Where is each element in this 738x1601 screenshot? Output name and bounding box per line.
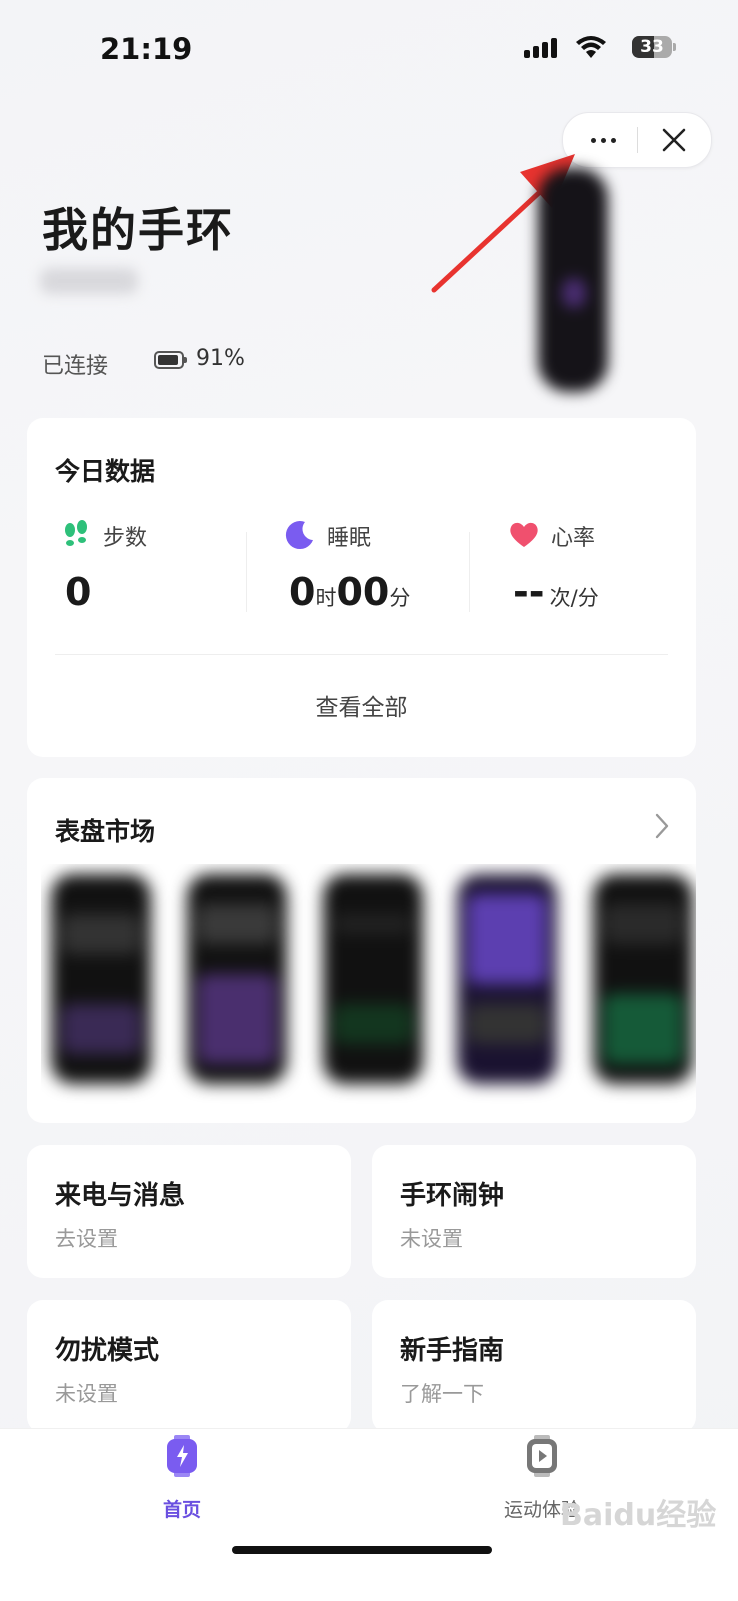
heart-rate-label: 心率 (551, 526, 596, 551)
sleep-value: 0时00分 (289, 570, 411, 614)
view-all-button[interactable]: 查看全部 (27, 688, 696, 722)
band-battery-percent: 91% (196, 346, 245, 371)
tile-title: 手环闹钟 (400, 1181, 505, 1211)
watch-face-list (41, 864, 696, 1104)
watch-face-thumbnail[interactable] (323, 874, 423, 1084)
tile-title: 来电与消息 (55, 1181, 186, 1211)
sleep-label: 睡眠 (327, 526, 372, 551)
video-play-icon (527, 1435, 557, 1477)
status-time: 21:19 (100, 32, 193, 66)
band-image (538, 168, 608, 392)
tile-subtitle: 去设置 (55, 1227, 118, 1251)
tile-title: 新手指南 (400, 1336, 505, 1366)
divider (246, 532, 247, 612)
tile-subtitle: 了解一下 (400, 1382, 484, 1406)
close-button[interactable] (645, 113, 703, 167)
moon-icon (285, 521, 313, 550)
watch-face-thumbnail[interactable] (457, 874, 557, 1084)
heart-rate-value: -- 次/分 (513, 570, 599, 614)
band-battery-icon (154, 351, 187, 369)
watch-face-thumbnail[interactable] (51, 874, 151, 1084)
today-title: 今日数据 (55, 457, 156, 486)
battery-level: 33 (640, 37, 664, 57)
watermark: Baidu经验 (560, 1498, 717, 1533)
watch-face-thumbnail[interactable] (187, 874, 287, 1084)
capsule-menu (562, 112, 712, 168)
tile-subtitle: 未设置 (55, 1382, 118, 1406)
wifi-icon (576, 36, 606, 58)
calls-messages-tile[interactable]: 来电与消息 去设置 (27, 1145, 351, 1278)
divider (55, 654, 668, 655)
tile-title: 勿扰模式 (55, 1336, 160, 1366)
cellular-signal-icon (524, 38, 557, 58)
capsule-divider (637, 127, 638, 153)
heart-icon (510, 522, 538, 547)
market-title: 表盘市场 (55, 817, 156, 846)
device-name-redacted (40, 268, 138, 294)
tab-label: 首页 (162, 1499, 201, 1521)
chevron-right-icon[interactable] (654, 812, 670, 840)
steps-label: 步数 (103, 526, 148, 551)
page-title: 我的手环 (42, 203, 234, 257)
divider (469, 532, 470, 612)
band-home-icon (167, 1435, 197, 1477)
today-data-card[interactable]: 今日数据 步数 0 睡眠 0时00分 心率 -- 次/分 查看全部 (27, 418, 696, 757)
tile-subtitle: 未设置 (400, 1227, 463, 1251)
do-not-disturb-tile[interactable]: 勿扰模式 未设置 (27, 1300, 351, 1433)
more-button[interactable] (573, 113, 633, 167)
more-dots-icon (590, 137, 596, 143)
home-indicator[interactable] (232, 1546, 492, 1554)
close-icon (662, 128, 686, 152)
steps-value: 0 (65, 570, 92, 614)
connection-status: 已连接 (42, 354, 109, 379)
band-alarm-tile[interactable]: 手环闹钟 未设置 (372, 1145, 696, 1278)
footprints-icon (65, 520, 87, 546)
beginner-guide-tile[interactable]: 新手指南 了解一下 (372, 1300, 696, 1433)
status-bar: 21:19 33 (0, 0, 738, 90)
watch-face-market-card[interactable]: 表盘市场 (27, 778, 696, 1123)
battery-icon: 33 (632, 36, 676, 58)
tab-home[interactable]: 首页 (82, 1429, 282, 1529)
watch-face-thumbnail[interactable] (593, 874, 693, 1084)
